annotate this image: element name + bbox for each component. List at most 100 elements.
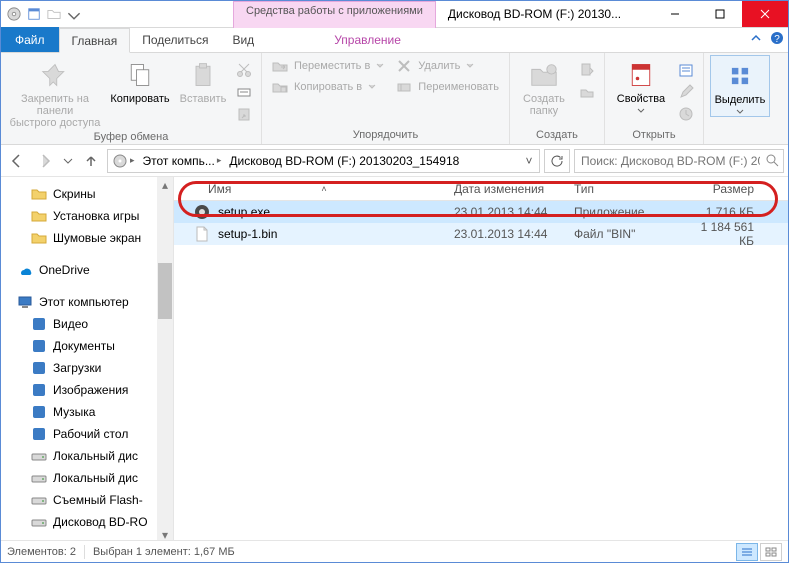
properties-qat-icon[interactable]: [27, 7, 41, 21]
group-select: Выделить: [704, 53, 776, 144]
minimize-button[interactable]: [652, 1, 697, 27]
new-item-mini-icon[interactable]: [576, 59, 598, 81]
desktop-icon: [31, 426, 47, 442]
tree-node[interactable]: Загрузки: [1, 357, 173, 379]
tree-node[interactable]: OneDrive: [1, 259, 173, 281]
ribbon-collapse-icon[interactable]: [750, 32, 762, 44]
select-button[interactable]: Выделить: [710, 55, 770, 117]
tree-node[interactable]: Шумовые экран: [1, 227, 173, 249]
maximize-button[interactable]: [697, 1, 742, 27]
scrollbar-thumb[interactable]: [158, 263, 172, 319]
cut-mini-icon[interactable]: [233, 59, 255, 81]
tree-node[interactable]: Видео: [1, 313, 173, 335]
copy-button[interactable]: Копировать: [107, 55, 173, 105]
tree-node-label: Локальный дис: [53, 471, 138, 485]
close-button[interactable]: [742, 1, 788, 27]
sort-indicator-icon: ˄: [321, 184, 326, 194]
file-icon: [194, 226, 210, 242]
address-dropdown[interactable]: ˅: [519, 154, 539, 168]
downloads-icon: [31, 360, 47, 376]
refresh-button[interactable]: [544, 149, 570, 173]
file-row[interactable]: setup-1.bin23.01.2013 14:44Файл "BIN"1 1…: [174, 223, 788, 245]
file-icon: [194, 204, 210, 220]
tree-node-label: Документы: [53, 339, 115, 353]
easy-access-mini-icon[interactable]: [576, 81, 598, 103]
group-select-label: [738, 127, 741, 144]
tree-node[interactable]: Этот компьютер: [1, 291, 173, 313]
group-clipboard-label: Буфер обмена: [94, 129, 169, 146]
search-input[interactable]: [579, 153, 762, 169]
folder-icon: [31, 186, 47, 202]
col-name[interactable]: Имя: [208, 182, 231, 196]
tree-scrollbar[interactable]: ▴▾: [157, 177, 173, 543]
context-tab-label: Средства работы с приложениями: [246, 5, 423, 17]
file-type: Файл "BIN": [574, 227, 684, 241]
file-size: 1 184 561 КБ: [684, 220, 764, 248]
video-icon: [31, 316, 47, 332]
move-to-button[interactable]: Переместить в: [268, 55, 388, 76]
new-folder-button[interactable]: Создать папку: [516, 55, 572, 117]
tree-node[interactable]: Документы: [1, 335, 173, 357]
forward-button[interactable]: [33, 149, 57, 173]
tree-node[interactable]: Установка игры: [1, 205, 173, 227]
navigation-tree[interactable]: СкриныУстановка игры Шумовые экран OneDriv…: [1, 177, 174, 543]
copy-to-button[interactable]: Копировать в: [268, 76, 388, 97]
breadcrumb-drive[interactable]: Дисковод BD-ROM (F:) 20130203_154918: [225, 150, 463, 172]
paste-button[interactable]: Вставить: [177, 55, 229, 105]
tree-node[interactable]: Музыка: [1, 401, 173, 423]
up-button[interactable]: [79, 149, 103, 173]
tree-node[interactable]: Съемный Flash-: [1, 489, 173, 511]
search-box[interactable]: [574, 149, 784, 173]
tree-node[interactable]: Локальный дис: [1, 467, 173, 489]
music-icon: [31, 404, 47, 420]
col-date[interactable]: Дата изменения: [454, 182, 574, 196]
edit-mini-icon[interactable]: [675, 81, 697, 103]
help-icon[interactable]: ?: [770, 31, 784, 45]
group-new: Создать папку Создать: [510, 53, 605, 144]
status-bar: Элементов: 2 Выбран 1 элемент: 1,67 МБ: [1, 540, 788, 562]
view-details-button[interactable]: [736, 543, 758, 561]
copy-path-mini-icon[interactable]: [233, 81, 255, 103]
tree-node-label: Видео: [53, 317, 88, 331]
file-size: 1 716 КБ: [684, 205, 764, 219]
quick-access-toolbar: [1, 1, 83, 27]
titlebar: Средства работы с приложениями Дисковод …: [1, 1, 788, 28]
pin-button[interactable]: Закрепить на панели быстрого доступа: [7, 55, 103, 129]
status-count: Элементов: 2: [7, 546, 76, 558]
tree-node[interactable]: Локальный дис: [1, 445, 173, 467]
tab-file[interactable]: Файл: [1, 27, 59, 52]
address-bar[interactable]: ▸ Этот компь...▸ Дисковод BD-ROM (F:) 20…: [107, 149, 540, 173]
tree-node-label: Музыка: [53, 405, 95, 419]
docs-icon: [31, 338, 47, 354]
context-tab-header: Средства работы с приложениями: [233, 1, 436, 28]
view-icons-button[interactable]: [760, 543, 782, 561]
tree-node[interactable]: Изображения: [1, 379, 173, 401]
tab-manage[interactable]: Управление: [304, 27, 431, 52]
tree-node[interactable]: Рабочий стол: [1, 423, 173, 445]
breadcrumb-this-pc[interactable]: Этот компь...▸: [139, 150, 226, 172]
disc-crumb-icon[interactable]: ▸: [108, 150, 139, 172]
tree-node[interactable]: Дисковод BD-RO: [1, 511, 173, 533]
new-folder-qat-icon[interactable]: [47, 7, 61, 21]
back-button[interactable]: [5, 149, 29, 173]
search-icon[interactable]: [766, 154, 779, 167]
open-mini-icon[interactable]: [675, 59, 697, 81]
tab-home[interactable]: Главная: [59, 28, 131, 53]
tree-node[interactable]: Скрины: [1, 183, 173, 205]
tab-view[interactable]: Вид: [220, 27, 266, 52]
group-open: Свойства Открыть: [605, 53, 704, 144]
col-size[interactable]: Размер: [684, 182, 764, 196]
col-type[interactable]: Тип: [574, 182, 684, 196]
delete-button[interactable]: Удалить: [392, 55, 503, 76]
tab-share[interactable]: Поделиться: [130, 27, 220, 52]
paste-shortcut-mini-icon[interactable]: [233, 103, 255, 125]
tree-node-label: OneDrive: [39, 263, 90, 277]
rename-button[interactable]: Переименовать: [392, 76, 503, 97]
recent-dropdown[interactable]: [61, 149, 75, 173]
qat-dropdown-icon[interactable]: [67, 9, 77, 19]
properties-button[interactable]: Свойства: [611, 55, 671, 115]
group-new-label: Создать: [536, 127, 578, 144]
history-mini-icon[interactable]: [675, 103, 697, 125]
column-headers[interactable]: Имя ˄ Дата изменения Тип Размер: [174, 177, 788, 201]
tree-node-label: Шумовые экран: [53, 231, 141, 245]
